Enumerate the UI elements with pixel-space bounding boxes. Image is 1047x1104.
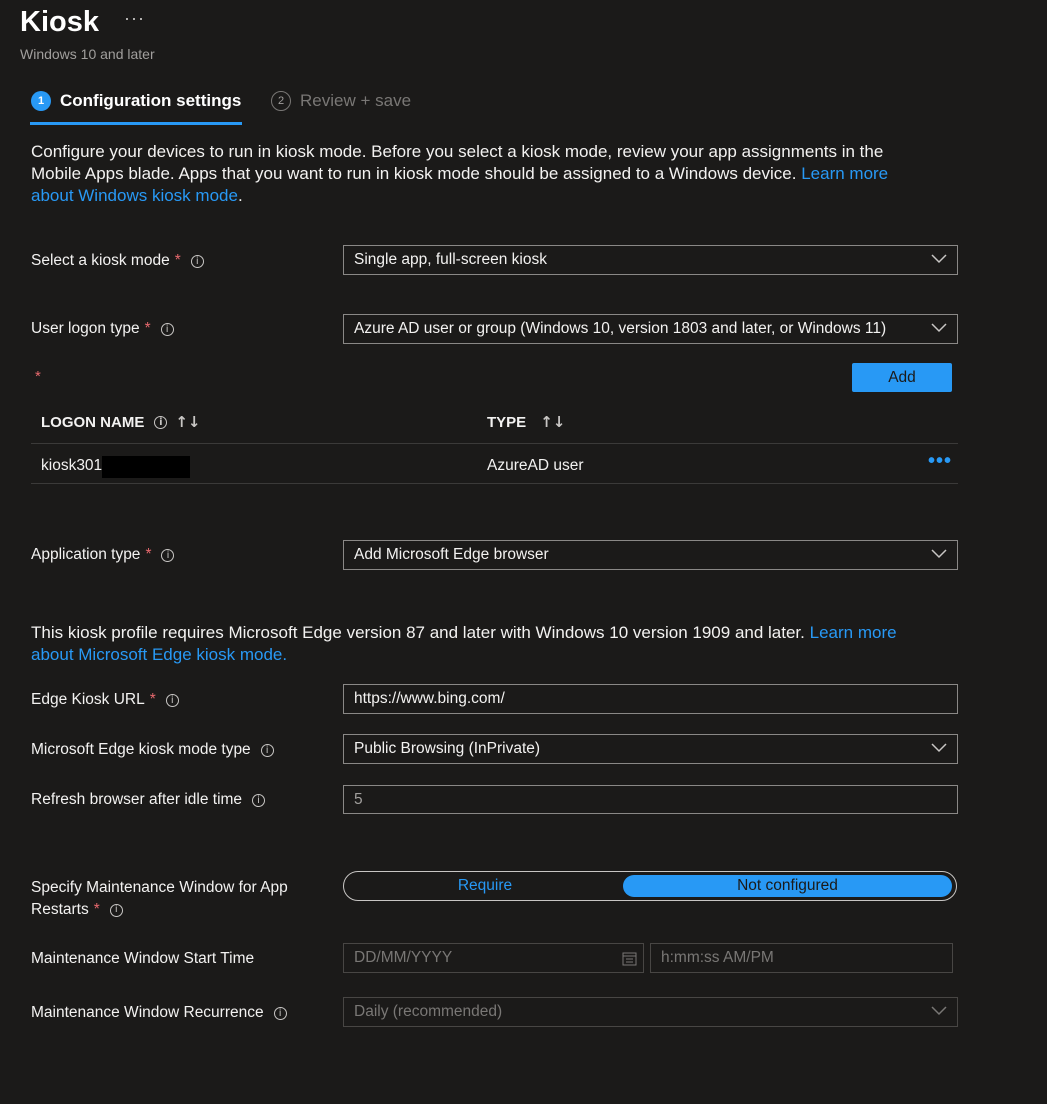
required-marker: * — [145, 546, 152, 563]
step-configuration-settings[interactable]: 1 Configuration settings — [31, 91, 241, 111]
refresh-label-text: Refresh browser after idle time — [31, 791, 243, 808]
info-icon[interactable]: i — [154, 415, 168, 429]
edge-url-label: Edge Kiosk URL * i — [31, 690, 179, 710]
required-marker: * — [174, 252, 181, 269]
maintenance-label: Specify Maintenance Window for App Resta… — [31, 877, 288, 921]
recurrence-label: Maintenance Window Recurrence i — [31, 1003, 287, 1023]
edge-mode-value: Public Browsing (InPrivate) — [354, 740, 541, 757]
calendar-icon[interactable] — [622, 951, 637, 966]
start-time-label: Maintenance Window Start Time — [31, 949, 254, 969]
chevron-down-icon — [931, 743, 947, 753]
logon-type-select[interactable]: Azure AD user or group (Windows 10, vers… — [343, 314, 958, 344]
info-icon[interactable]: i — [160, 322, 174, 336]
step-label: Configuration settings — [60, 91, 242, 110]
chevron-down-icon — [931, 323, 947, 333]
step-label: Review + save — [300, 91, 412, 110]
required-marker: * — [35, 368, 41, 385]
required-marker: * — [149, 691, 156, 708]
start-date-placeholder: DD/MM/YYYY — [354, 949, 453, 966]
recurrence-value: Daily (recommended) — [354, 1003, 503, 1020]
intro-text: Configure your devices to run in kiosk m… — [31, 141, 931, 207]
start-date-input[interactable]: DD/MM/YYYY — [343, 943, 644, 973]
chevron-down-icon — [931, 549, 947, 559]
more-options-icon[interactable]: ··· — [124, 8, 145, 29]
page-title: Kiosk — [20, 6, 99, 38]
table-cell-logon-name: kiosk301 — [41, 457, 103, 474]
step-number: 1 — [31, 91, 51, 111]
edge-url-label-text: Edge Kiosk URL — [31, 691, 145, 708]
column-header-label: LOGON NAME — [41, 413, 145, 431]
info-icon[interactable]: i — [161, 548, 175, 562]
maintenance-label-line1: Specify Maintenance Window for App — [31, 879, 288, 896]
app-type-label: Application type * i — [31, 545, 175, 565]
step-review-save[interactable]: 2 Review + save — [271, 91, 411, 111]
intro-body: Configure your devices to run in kiosk m… — [31, 142, 884, 183]
edge-mode-select[interactable]: Public Browsing (InPrivate) — [343, 734, 958, 764]
edge-note: This kiosk profile requires Microsoft Ed… — [31, 622, 931, 666]
app-type-label-text: Application type — [31, 546, 141, 563]
app-type-value: Add Microsoft Edge browser — [354, 546, 549, 563]
refresh-input[interactable]: 5 — [343, 785, 958, 814]
page-subtitle: Windows 10 and later — [20, 46, 155, 62]
step-number: 2 — [271, 91, 291, 111]
info-icon[interactable]: i — [252, 793, 266, 807]
add-button[interactable]: Add — [852, 363, 952, 392]
logon-type-value: Azure AD user or group (Windows 10, vers… — [354, 320, 887, 337]
table-cell-type: AzureAD user — [487, 457, 584, 474]
maintenance-label-line2: Restarts — [31, 901, 89, 918]
recurrence-select[interactable]: Daily (recommended) — [343, 997, 958, 1027]
kiosk-mode-select[interactable]: Single app, full-screen kiosk — [343, 245, 958, 275]
column-header-logon-name[interactable]: LOGON NAME i ↑↓ — [41, 412, 200, 432]
start-time-input[interactable]: h:mm:ss AM/PM — [650, 943, 953, 973]
required-marker: * — [144, 320, 151, 337]
logon-type-label: User logon type * i — [31, 319, 174, 339]
recurrence-label-text: Maintenance Window Recurrence — [31, 1004, 264, 1021]
chevron-down-icon — [931, 254, 947, 264]
kiosk-mode-label-text: Select a kiosk mode — [31, 252, 170, 269]
column-header-label: TYPE — [487, 413, 527, 431]
toggle-option-not-configured[interactable]: Not configured — [623, 875, 952, 897]
redaction-block — [102, 456, 190, 478]
refresh-label: Refresh browser after idle time i — [31, 790, 266, 810]
table-divider — [31, 483, 958, 484]
info-icon[interactable]: i — [165, 693, 179, 707]
edge-mode-label-text: Microsoft Edge kiosk mode type — [31, 741, 251, 758]
table-divider — [31, 443, 958, 444]
active-step-indicator — [30, 122, 242, 125]
required-marker: * — [93, 901, 100, 918]
edge-mode-label: Microsoft Edge kiosk mode type i — [31, 740, 274, 760]
sort-icon[interactable]: ↑↓ — [540, 413, 565, 431]
kiosk-mode-label: Select a kiosk mode * i — [31, 251, 204, 271]
info-icon[interactable]: i — [273, 1006, 287, 1020]
info-icon[interactable]: i — [260, 743, 274, 757]
toggle-option-require[interactable]: Require — [347, 875, 623, 897]
logon-type-label-text: User logon type — [31, 320, 140, 337]
info-icon[interactable]: i — [109, 903, 123, 917]
edge-url-input[interactable]: https://www.bing.com/ — [343, 684, 958, 714]
start-time-label-text: Maintenance Window Start Time — [31, 950, 255, 967]
intro-suffix: . — [237, 186, 243, 205]
chevron-down-icon — [931, 1006, 947, 1016]
column-header-type[interactable]: TYPE ↑↓ — [487, 412, 565, 432]
edge-note-text: This kiosk profile requires Microsoft Ed… — [31, 623, 805, 642]
info-icon[interactable]: i — [190, 254, 204, 268]
maintenance-toggle[interactable]: Require Not configured — [343, 871, 957, 901]
app-type-select[interactable]: Add Microsoft Edge browser — [343, 540, 958, 570]
sort-icon[interactable]: ↑↓ — [175, 413, 200, 431]
row-actions-icon[interactable]: ••• — [928, 450, 952, 473]
kiosk-mode-value: Single app, full-screen kiosk — [354, 251, 547, 268]
